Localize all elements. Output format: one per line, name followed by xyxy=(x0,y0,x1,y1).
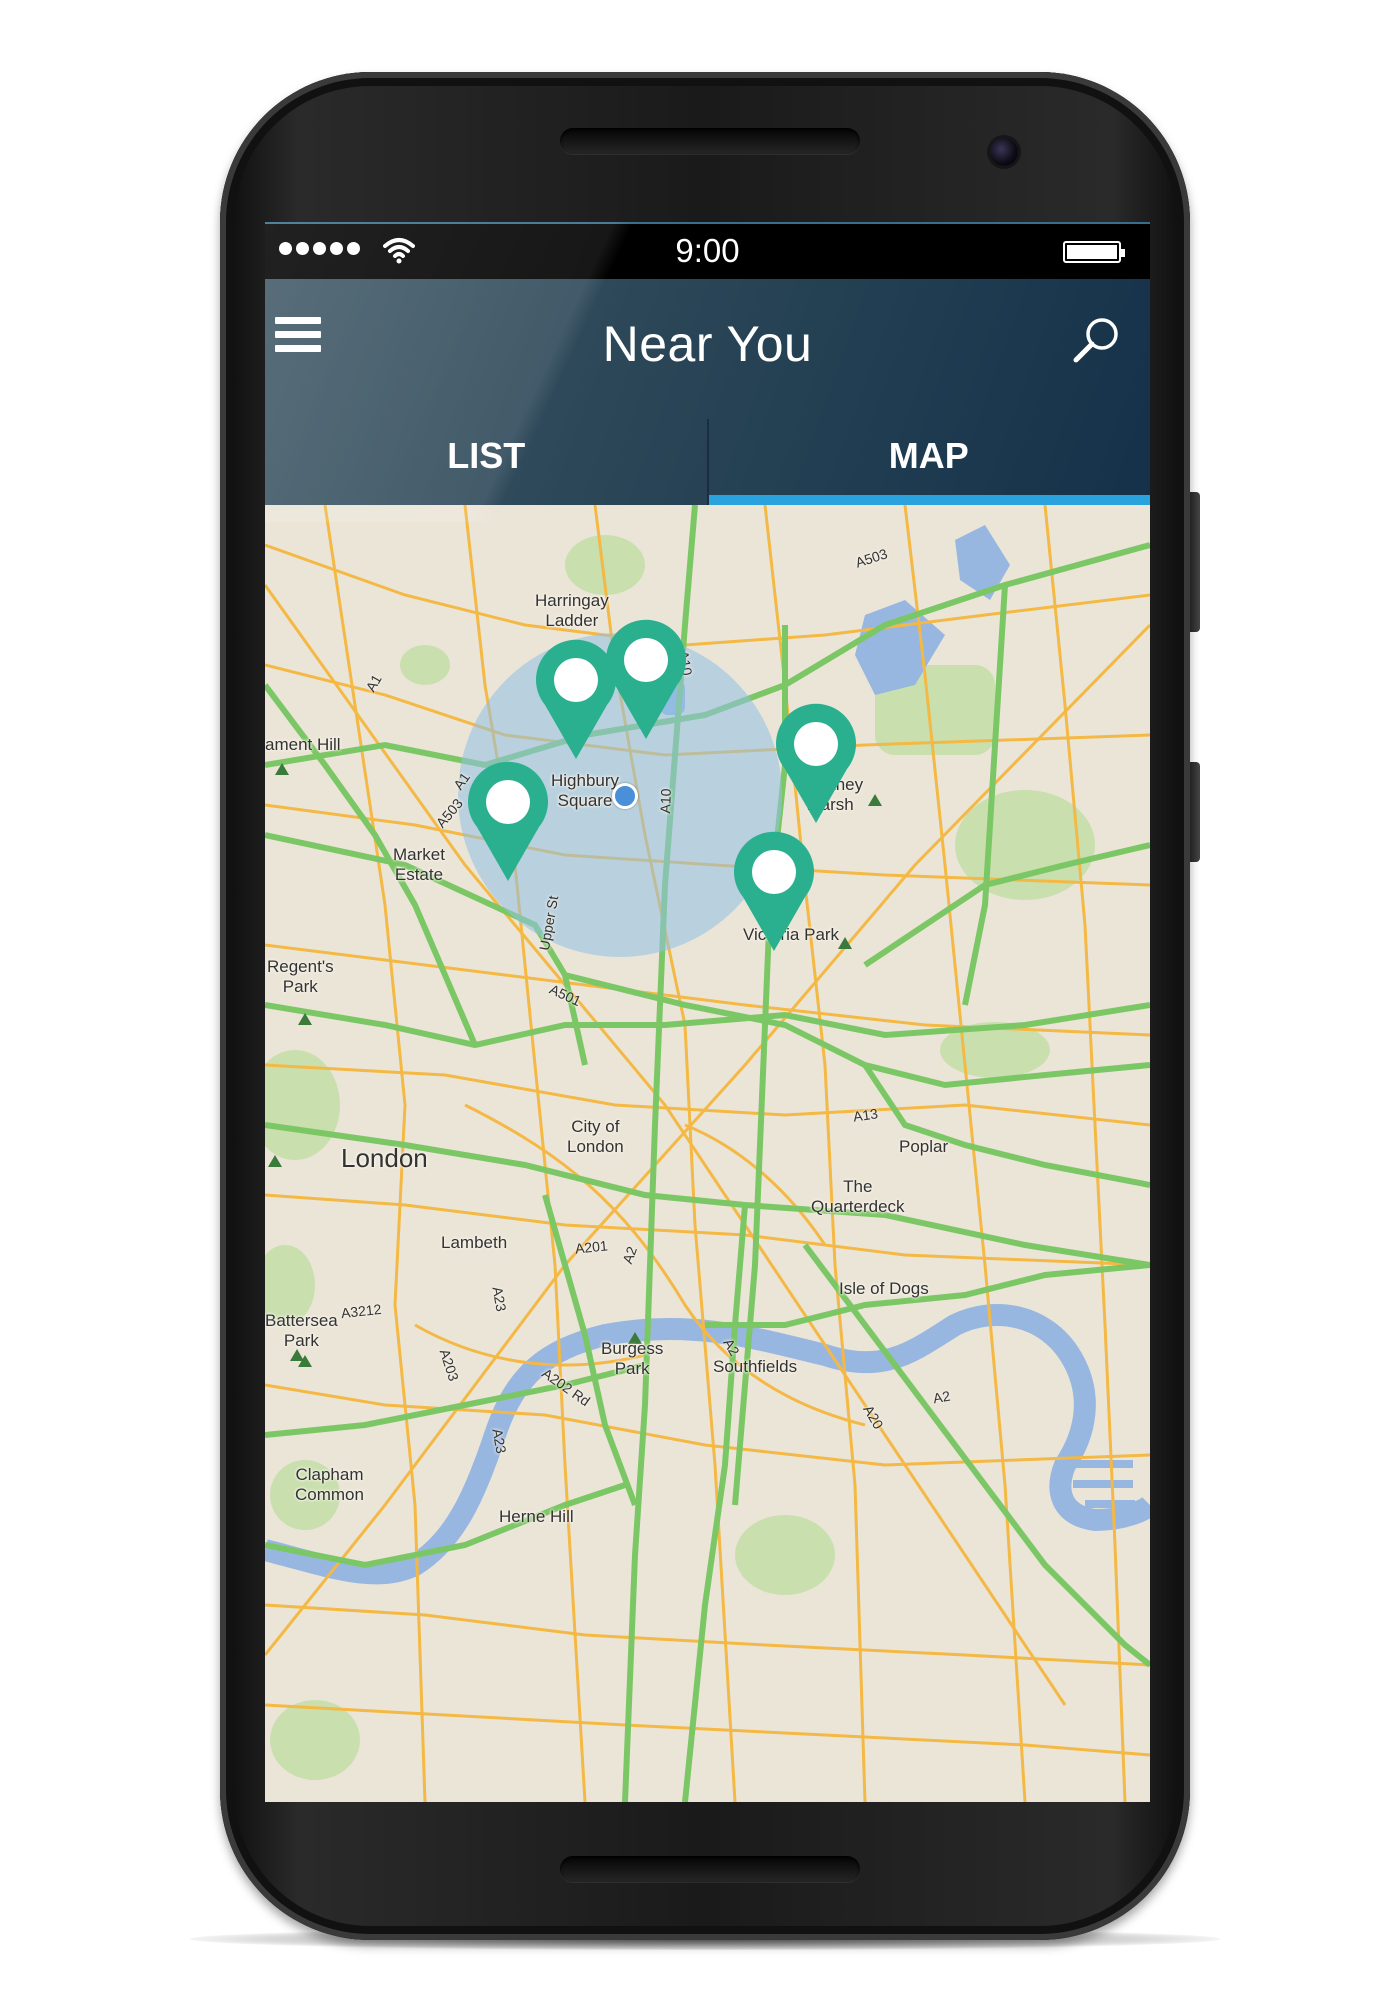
label-herne-hill: Herne Hill xyxy=(499,1507,574,1526)
map-view[interactable]: Harringay Ladder ament Hill Highbury Squ… xyxy=(265,505,1150,1802)
search-icon[interactable] xyxy=(1071,313,1123,365)
status-bar: 9:00 xyxy=(265,222,1150,279)
tab-list[interactable]: LIST xyxy=(265,419,708,505)
label-regents-park: Regent's Park xyxy=(267,957,334,996)
map-pin-icon[interactable] xyxy=(773,701,859,825)
label-city-of-london: City of London xyxy=(567,1117,624,1156)
road-a2-c: A2 xyxy=(931,1387,952,1407)
label-southfields: Southfields xyxy=(713,1357,798,1376)
map-pin-icon[interactable] xyxy=(603,617,689,741)
label-battersea-park: Battersea Park xyxy=(265,1311,338,1350)
label-london: London xyxy=(341,1143,428,1173)
label-lambeth: Lambeth xyxy=(441,1233,508,1252)
road-a10: A10 xyxy=(657,788,674,814)
road-a13: A13 xyxy=(852,1105,879,1125)
current-location-dot xyxy=(612,783,638,809)
bottom-speaker xyxy=(560,1856,860,1882)
label-hampstead: ament Hill xyxy=(265,735,341,754)
label-poplar: Poplar xyxy=(899,1137,949,1156)
label-clapham-common: Clapham Common xyxy=(295,1465,364,1504)
road-a201: A201 xyxy=(574,1237,609,1257)
tab-map[interactable]: MAP xyxy=(708,419,1151,505)
front-camera xyxy=(990,138,1018,166)
phone-screen: 9:00 Near You LIST MAP Harringay Ladder … xyxy=(265,222,1150,1802)
label-market-estate: Market Estate xyxy=(393,845,445,884)
tab-divider xyxy=(707,419,709,505)
label-burgess-park: Burgess Park xyxy=(601,1339,664,1378)
status-time: 9:00 xyxy=(675,232,740,269)
active-tab-indicator xyxy=(709,495,1150,505)
earpiece-speaker xyxy=(560,128,860,154)
app-header: Near You LIST MAP xyxy=(265,279,1150,505)
label-isle-of-dogs: Isle of Dogs xyxy=(839,1279,929,1298)
volume-button xyxy=(1190,492,1200,632)
battery-icon xyxy=(1063,241,1125,263)
map-pin-icon[interactable] xyxy=(465,759,551,883)
label-highbury: Highbury Square xyxy=(551,771,620,810)
map-pin-icon[interactable] xyxy=(731,829,817,953)
label-harringay: Harringay Ladder xyxy=(535,591,609,630)
power-button xyxy=(1190,762,1200,862)
page-title: Near You xyxy=(602,316,813,372)
label-quarterdeck: The Quarterdeck xyxy=(811,1177,905,1216)
